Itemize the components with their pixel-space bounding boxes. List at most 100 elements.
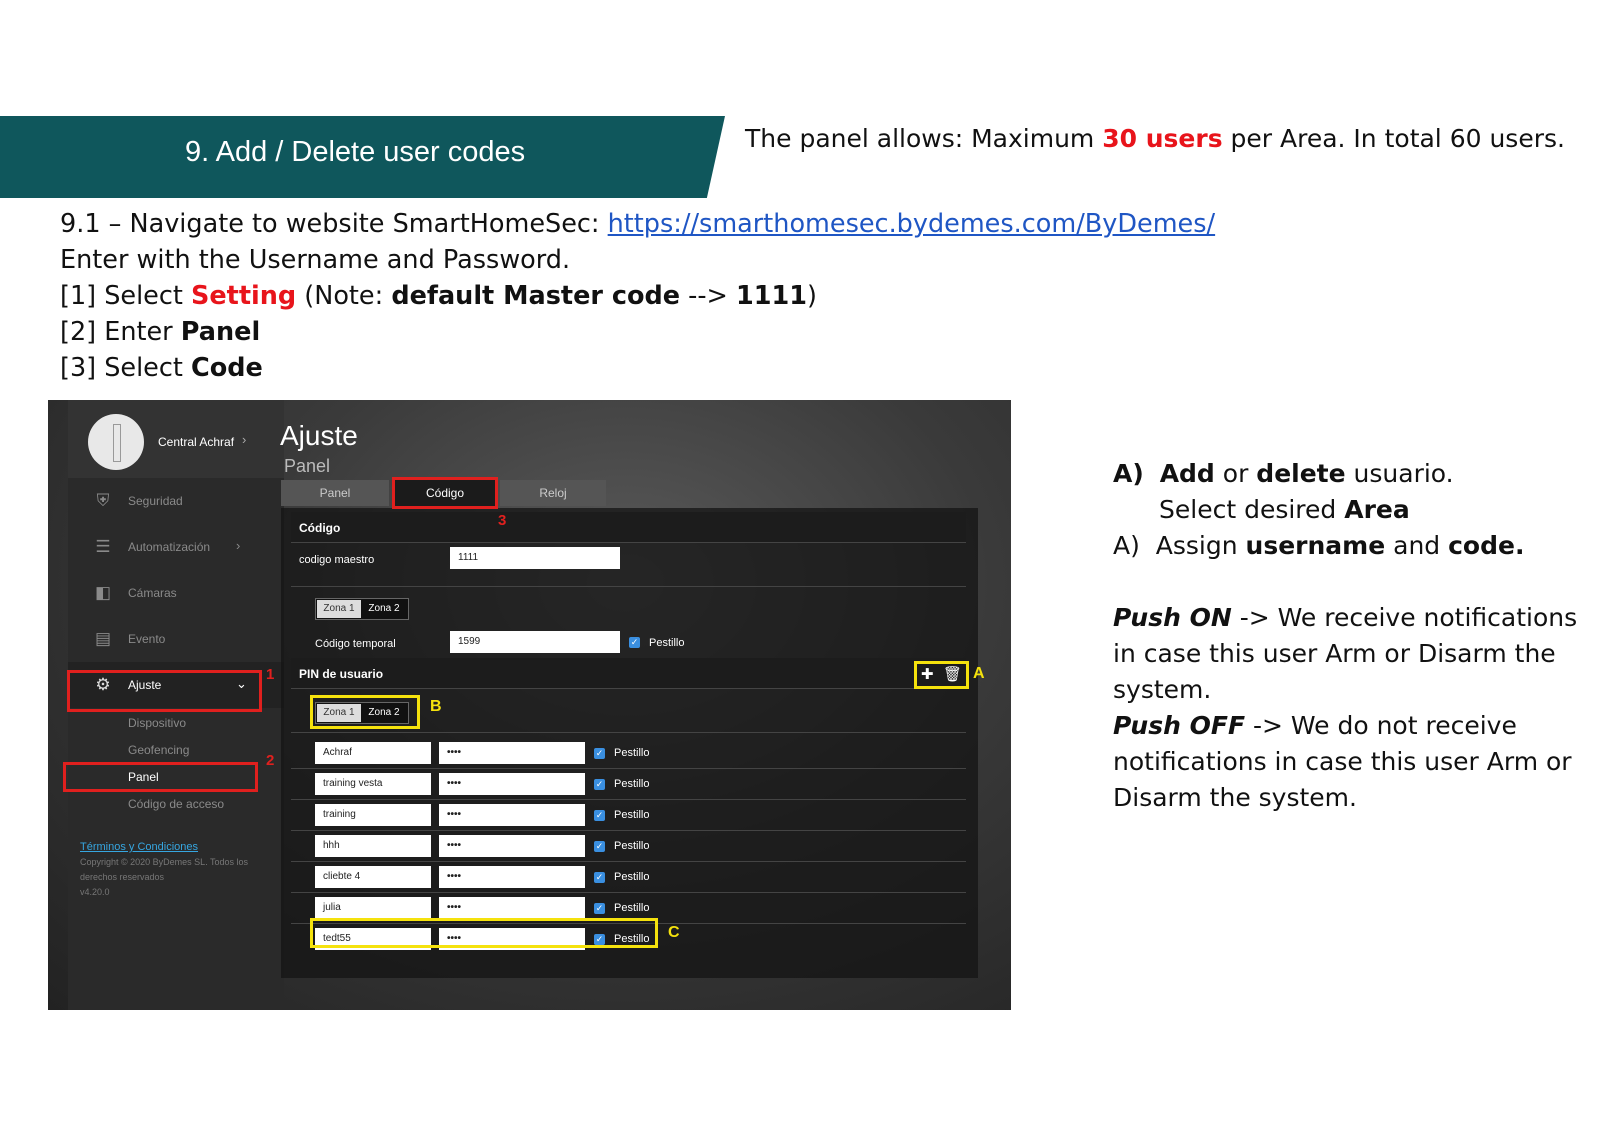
pestillo-label: Pestillo [614, 747, 650, 759]
instruction-line-2: Enter with the Username and Password. [60, 245, 571, 275]
user-code-input[interactable]: •••• [439, 897, 585, 919]
camera-icon: ◧ [94, 583, 112, 602]
subnav-dispositivo[interactable]: Dispositivo [128, 716, 186, 730]
callout-b-letter: B [430, 698, 442, 715]
pestillo-label: Pestillo [649, 637, 685, 649]
note-a1: A) Add or delete usuario. [1113, 459, 1454, 488]
tab-reloj[interactable]: Reloj [500, 480, 606, 506]
capacity-note: The panel allows: Maximum 30 users per A… [745, 124, 1565, 153]
codigo-section-header: Código [291, 512, 966, 543]
chevron-right-icon: › [242, 432, 247, 447]
instructions: 9.1 – Navigate to website SmartHomeSec: … [60, 206, 1215, 386]
instruction-line-1: 9.1 – Navigate to website SmartHomeSec: … [60, 209, 1216, 239]
instruction-line-5: [3] Select Code [60, 353, 263, 383]
callout-1-number: 1 [266, 666, 275, 683]
divider [291, 830, 966, 831]
sidebar-item-camaras[interactable]: ◧ Cámaras [68, 570, 284, 616]
user-name-input[interactable]: julia [315, 897, 431, 919]
instruction-line-4: [2] Enter Panel [60, 317, 261, 347]
user-name-input[interactable]: Achraf [315, 742, 431, 764]
checkbox-checked-icon[interactable]: ✓ [629, 637, 640, 648]
divider [291, 586, 966, 587]
chevron-right-icon: › [236, 538, 241, 553]
app-screenshot: Central Achraf › ⛨ Seguridad ☰ Automatiz… [48, 400, 1011, 1010]
pestillo-label: Pestillo [614, 871, 650, 883]
divider [291, 768, 966, 769]
checkbox-checked-icon[interactable]: ✓ [594, 779, 605, 790]
section-title: 9. Add / Delete user codes [185, 136, 526, 168]
pin-section-header: PIN de usuario [291, 658, 966, 689]
callout-2-number: 2 [266, 752, 275, 769]
master-code-label: codigo maestro [299, 554, 375, 566]
page-title: Ajuste [280, 420, 358, 451]
sidebar-item-evento[interactable]: ▤ Evento [68, 616, 284, 662]
instruction-line-3: [1] Select Setting (Note: default Master… [60, 281, 817, 311]
callout-a-letter: A [973, 665, 985, 682]
code-settings-card: Código codigo maestro 1111 Zona 1 Zona 2… [281, 508, 978, 978]
list-icon: ▤ [94, 629, 112, 648]
pestillo-label: Pestillo [614, 840, 650, 852]
copyright-text: Copyright © 2020 ByDemes SL. Todos los d… [80, 857, 249, 882]
checkbox-checked-icon[interactable]: ✓ [594, 872, 605, 883]
callout-1-box [67, 670, 262, 712]
callout-b-box [310, 695, 420, 729]
user-code-input[interactable]: •••• [439, 804, 585, 826]
callout-c-letter: C [668, 924, 680, 941]
tab-panel[interactable]: Panel [281, 480, 389, 506]
pestillo-label: Pestillo [614, 778, 650, 790]
version-text: v4.20.0 [80, 887, 110, 897]
website-link[interactable]: https://smarthomesec.bydemes.com/ByDemes… [608, 209, 1215, 239]
note-a2: A) Assign username and code. [1113, 531, 1525, 560]
notes: A) Add or delete usuario. Select desired… [1113, 456, 1577, 816]
sidebar-footer: Términos y Condiciones Copyright © 2020 … [80, 840, 280, 900]
master-code-input[interactable]: 1111 [450, 547, 620, 569]
zone-selector-temp: Zona 1 Zona 2 [315, 598, 409, 620]
divider [291, 732, 966, 733]
pestillo-label: Pestillo [614, 809, 650, 821]
shield-icon: ⛨ [96, 491, 110, 510]
terms-link[interactable]: Términos y Condiciones [80, 840, 280, 855]
checkbox-checked-icon[interactable]: ✓ [594, 748, 605, 759]
callout-a-box [914, 661, 969, 689]
callout-2-box [63, 762, 258, 792]
subnav-geofencing[interactable]: Geofencing [128, 743, 189, 757]
callout-3-box [392, 477, 498, 509]
user-code-input[interactable]: •••• [439, 835, 585, 857]
device-name[interactable]: Central Achraf [158, 435, 234, 449]
push-on-note-line2: in case this user Arm or Disarm the [1113, 639, 1556, 668]
callout-c-box [310, 918, 658, 948]
page-subtitle: Panel [284, 456, 331, 476]
callout-3-number: 3 [498, 512, 507, 529]
checkbox-checked-icon[interactable]: ✓ [594, 810, 605, 821]
temp-code-input[interactable]: 1599 [450, 631, 620, 653]
user-name-input[interactable]: training [315, 804, 431, 826]
push-off-note: Push OFF -> We do not receive [1113, 711, 1517, 740]
user-name-input[interactable]: hhh [315, 835, 431, 857]
device-avatar [88, 414, 144, 470]
zone-2-button[interactable]: Zona 2 [362, 600, 406, 618]
divider [291, 799, 966, 800]
divider [291, 861, 966, 862]
user-code-input[interactable]: •••• [439, 773, 585, 795]
sidebar-item-automatizacion[interactable]: ☰ Automatización › [68, 524, 284, 570]
subnav-codigo-acceso[interactable]: Código de acceso [128, 797, 224, 811]
sidebar-header: Central Achraf › [68, 400, 284, 478]
user-code-input[interactable]: •••• [439, 742, 585, 764]
push-off-note-line2: notifications in case this user Arm or [1113, 747, 1572, 776]
user-name-input[interactable]: training vesta [315, 773, 431, 795]
divider [291, 892, 966, 893]
note-a1-line2: Select desired Area [1159, 495, 1410, 524]
push-off-note-line3: Disarm the system. [1113, 783, 1357, 812]
temp-code-label: Código temporal [315, 638, 396, 650]
zone-1-button[interactable]: Zona 1 [317, 600, 361, 618]
pestillo-label: Pestillo [614, 902, 650, 914]
sidebar-item-seguridad[interactable]: ⛨ Seguridad [68, 478, 284, 524]
sliders-icon: ☰ [95, 537, 111, 556]
max-users-highlight: 30 users [1102, 124, 1223, 153]
push-on-note-line3: system. [1113, 675, 1212, 704]
push-on-note: Push ON -> We receive notifications [1113, 603, 1578, 632]
user-name-input[interactable]: cliebte 4 [315, 866, 431, 888]
checkbox-checked-icon[interactable]: ✓ [594, 841, 605, 852]
checkbox-checked-icon[interactable]: ✓ [594, 903, 605, 914]
user-code-input[interactable]: •••• [439, 866, 585, 888]
